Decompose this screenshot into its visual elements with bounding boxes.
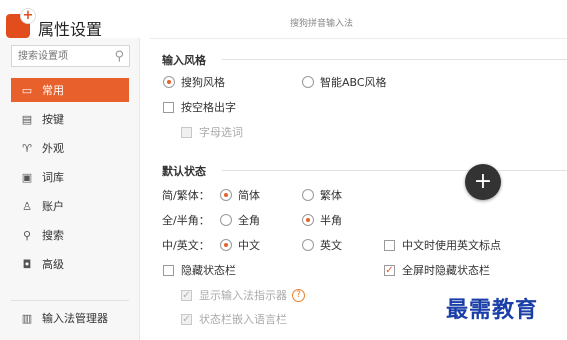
add-icon[interactable]: + xyxy=(20,8,36,24)
radio-full-width[interactable]: 全角 xyxy=(220,212,260,228)
radio-label: 搜狗风格 xyxy=(181,76,225,89)
radio-english[interactable]: 英文 xyxy=(302,237,342,253)
radio-label: 简体 xyxy=(238,189,260,202)
sidebar-item-label: 按键 xyxy=(42,113,64,126)
checkbox-label: 显示输入法指示器 xyxy=(199,289,287,302)
sidebar-item-advanced[interactable]: ◘ 高级 xyxy=(11,252,129,276)
checkbox-fullscreen-hide-status-bar[interactable]: ✓ 全屏时隐藏状态栏 xyxy=(384,262,490,278)
checkbox[interactable]: ✓ xyxy=(384,264,395,276)
sidebar-item-label: 外观 xyxy=(42,142,64,155)
search-icon[interactable]: ⚲ xyxy=(114,49,124,64)
sidebar-item-label: 词库 xyxy=(42,171,64,184)
simp-trad-label: 简/繁体： xyxy=(162,189,210,202)
manager-icon: ▥ xyxy=(21,311,33,325)
radio-button[interactable] xyxy=(163,76,175,88)
search-icon: ⚲ xyxy=(22,228,32,242)
sidebar-item-label: 高级 xyxy=(42,258,64,271)
radio-simplified[interactable]: 简体 xyxy=(220,187,260,203)
section-title-default-state: 默认状态 xyxy=(162,165,206,178)
checkbox-space-output[interactable]: 按空格出字 xyxy=(163,99,236,115)
settings-search-box: ⚲ xyxy=(11,45,130,67)
checkbox-label: 全屏时隐藏状态栏 xyxy=(402,264,490,277)
checkbox[interactable] xyxy=(181,126,192,138)
radio-sogou-style[interactable]: 搜狗风格 xyxy=(163,74,225,90)
checkbox-embed-language-bar[interactable]: ✓ 状态栏嵌入语言栏 xyxy=(181,311,287,327)
checkbox[interactable] xyxy=(163,264,174,276)
radio-traditional[interactable]: 繁体 xyxy=(302,187,342,203)
keyboard-icon: ▤ xyxy=(21,112,33,126)
radio-label: 英文 xyxy=(320,239,342,252)
checkbox-english-punctuation[interactable]: 中文时使用英文标点 xyxy=(384,237,501,253)
radio-label: 繁体 xyxy=(320,189,342,202)
sidebar-item-common[interactable]: ▭ 常用 xyxy=(11,78,129,102)
radio-label: 中文 xyxy=(238,239,260,252)
sidebar-item-label: 搜索 xyxy=(42,229,64,242)
checkbox-hide-status-bar[interactable]: 隐藏状态栏 xyxy=(163,262,236,278)
sidebar-item-search[interactable]: ⚲ 搜索 xyxy=(11,223,129,247)
sidebar-item-lexicon[interactable]: ▣ 词库 xyxy=(11,165,129,189)
ime-manager-label: 输入法管理器 xyxy=(42,312,108,325)
radio-smart-abc-style[interactable]: 智能ABC风格 xyxy=(302,74,387,90)
book-icon: ▣ xyxy=(21,170,33,184)
window-caption: 搜狗拼音输入法 xyxy=(290,19,354,29)
radio-button[interactable] xyxy=(302,239,314,251)
help-icon[interactable]: ? xyxy=(292,288,305,302)
window-title: 属性设置 xyxy=(38,20,103,39)
radio-label: 全角 xyxy=(238,214,260,227)
checkbox[interactable] xyxy=(384,239,395,251)
section-divider xyxy=(222,170,567,171)
checkbox[interactable]: ✓ xyxy=(181,313,192,325)
checkbox-label: 中文时使用英文标点 xyxy=(402,239,501,252)
monitor-icon: ▭ xyxy=(21,83,33,97)
radio-label: 半角 xyxy=(320,214,342,227)
shirt-icon: ♈ xyxy=(22,141,32,155)
advanced-icon: ◘ xyxy=(22,257,32,271)
radio-button[interactable] xyxy=(302,214,314,226)
radio-button[interactable] xyxy=(302,189,314,201)
checkbox-letter-select[interactable]: 字母选词 xyxy=(181,124,243,140)
radio-chinese[interactable]: 中文 xyxy=(220,237,260,253)
radio-button[interactable] xyxy=(220,239,232,251)
radio-label: 智能ABC风格 xyxy=(320,76,387,89)
checkbox-show-indicator[interactable]: ✓ 显示输入法指示器 ? xyxy=(181,287,305,303)
header-divider xyxy=(150,38,567,39)
checkbox[interactable]: ✓ xyxy=(181,289,192,301)
radio-half-width[interactable]: 半角 xyxy=(302,212,342,228)
user-icon: ♙ xyxy=(22,199,32,213)
section-divider xyxy=(222,59,567,60)
section-title-input-style: 输入风格 xyxy=(162,54,206,67)
floating-add-button[interactable]: + xyxy=(465,164,501,200)
checkbox-label: 状态栏嵌入语言栏 xyxy=(199,313,287,326)
radio-button[interactable] xyxy=(220,189,232,201)
checkbox-label: 隐藏状态栏 xyxy=(181,264,236,277)
sidebar-divider xyxy=(11,300,129,301)
app-logo-icon: + xyxy=(6,8,36,38)
sidebar-item-label: 账户 xyxy=(42,200,64,213)
sidebar-item-account[interactable]: ♙ 账户 xyxy=(11,194,129,218)
sidebar-item-label: 常用 xyxy=(42,84,64,97)
settings-search-input[interactable] xyxy=(12,46,104,66)
radio-button[interactable] xyxy=(302,76,314,88)
watermark: 最需教育 xyxy=(446,297,539,323)
checkbox-label: 按空格出字 xyxy=(181,101,236,114)
sidebar-item-appearance[interactable]: ♈ 外观 xyxy=(11,136,129,160)
radio-button[interactable] xyxy=(220,214,232,226)
full-half-label: 全/半角： xyxy=(162,214,210,227)
sidebar: ⚲ ▭ 常用 ▤ 按键 ♈ 外观 ▣ 词库 ♙ 账户 ⚲ 搜索 ◘ 高级 ▥ 输… xyxy=(0,38,140,340)
cn-en-label: 中/英文： xyxy=(162,239,210,252)
ime-manager-link[interactable]: ▥ 输入法管理器 xyxy=(11,306,129,330)
checkbox[interactable] xyxy=(163,101,174,113)
sidebar-item-keys[interactable]: ▤ 按键 xyxy=(11,107,129,131)
checkbox-label: 字母选词 xyxy=(199,126,243,139)
